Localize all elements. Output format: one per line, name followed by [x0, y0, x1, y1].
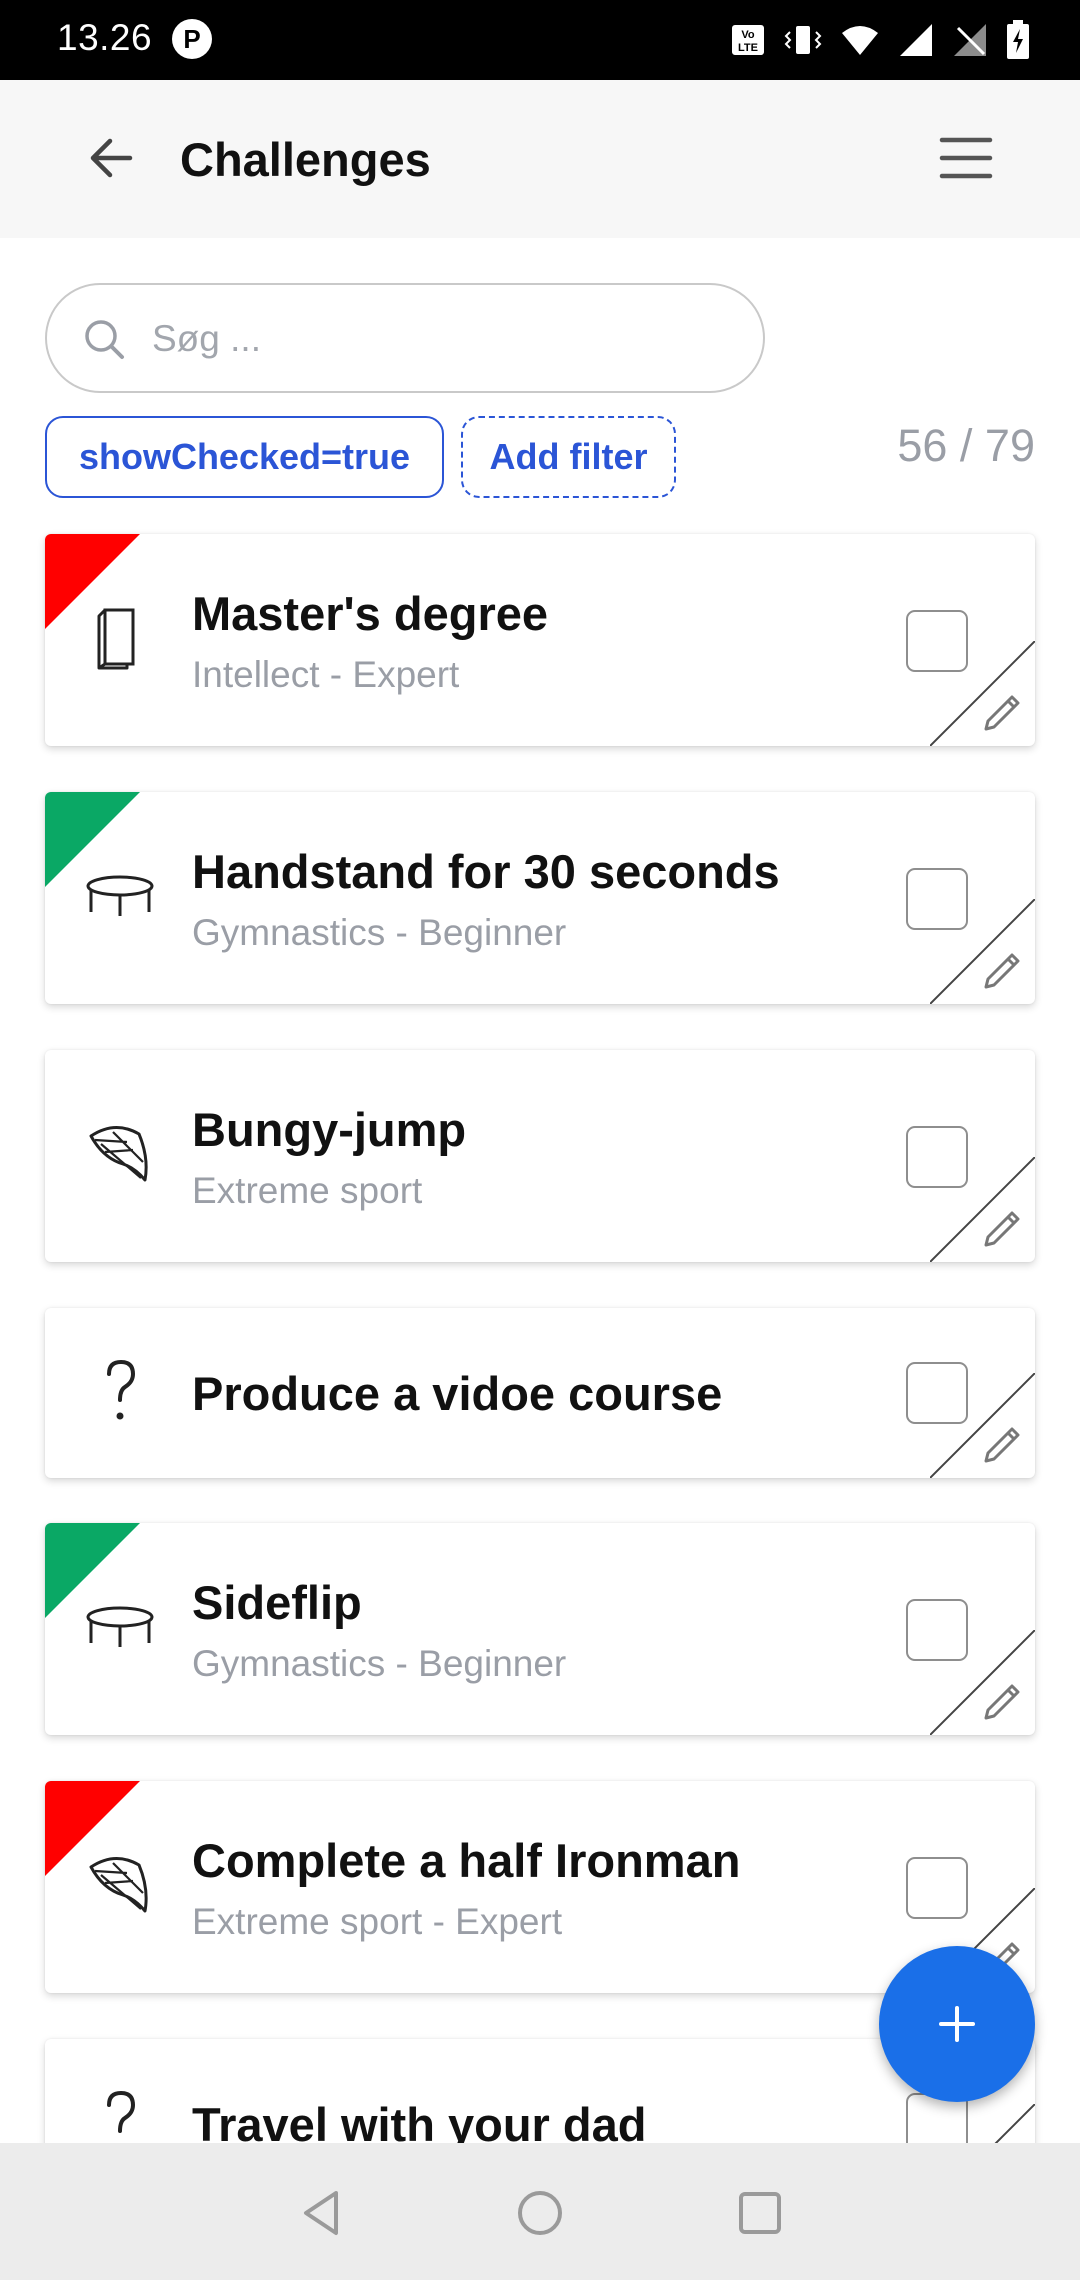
- challenge-title: Produce a vidoe course: [192, 1367, 723, 1420]
- parachute-icon: [89, 1857, 148, 1913]
- vibrate-icon: [784, 26, 822, 54]
- back-arrow-icon[interactable]: [80, 126, 144, 190]
- search-icon: [85, 320, 124, 359]
- challenge-title: Master's degree: [192, 587, 549, 640]
- result-count: 56 / 79: [897, 420, 1035, 471]
- status-icons: Vo LTE: [730, 18, 1030, 62]
- page-title: Challenges: [180, 133, 431, 186]
- active-filter-chip[interactable]: showChecked=true: [45, 416, 444, 498]
- challenge-card[interactable]: Produce a vidoe course: [45, 1308, 1035, 1478]
- trampoline-icon: [86, 875, 154, 916]
- edit-pencil-icon[interactable]: [930, 641, 1035, 746]
- svg-text:LTE: LTE: [738, 42, 758, 54]
- no-signal-icon: [954, 24, 986, 56]
- battery-charging-icon: [1007, 20, 1029, 59]
- trampoline-icon: [86, 1606, 154, 1647]
- challenge-card[interactable]: Handstand for 30 seconds Gymnastics - Be…: [45, 792, 1035, 1004]
- add-filter-button[interactable]: Add filter: [461, 416, 676, 498]
- app-notification-icon: P: [172, 19, 212, 59]
- challenge-title: Bungy-jump: [192, 1103, 467, 1156]
- challenge-subtitle: Gymnastics - Beginner: [192, 912, 567, 953]
- parachute-icon: [89, 1126, 148, 1182]
- edit-pencil-icon[interactable]: [930, 1157, 1035, 1262]
- volte-icon: Vo LTE: [732, 25, 764, 55]
- edit-pencil-icon[interactable]: [930, 1373, 1035, 1478]
- challenge-title: Handstand for 30 seconds: [192, 845, 780, 898]
- search-input[interactable]: [152, 307, 712, 371]
- screen: 13.26 P Vo LTE Challenges Søg ... showCh…: [0, 0, 1080, 2280]
- hamburger-menu-icon[interactable]: [934, 126, 998, 190]
- status-time: 13.26: [57, 17, 153, 58]
- challenge-title: Complete a half Ironman: [192, 1834, 741, 1887]
- edit-pencil-icon[interactable]: [930, 899, 1035, 1004]
- challenge-card[interactable]: Master's degree Intellect - Expert: [45, 534, 1035, 746]
- signal-icon: [900, 24, 932, 56]
- wifi-icon: [842, 26, 878, 55]
- challenge-card[interactable]: Bungy-jump Extreme sport: [45, 1050, 1035, 1262]
- back-triangle-icon[interactable]: [292, 2183, 352, 2243]
- plus-icon: [939, 2006, 975, 2042]
- recents-square-icon[interactable]: [730, 2183, 790, 2243]
- book-icon: [97, 608, 135, 670]
- challenge-card[interactable]: Sideflip Gymnastics - Beginner: [45, 1523, 1035, 1735]
- app-bar: Challenges: [0, 80, 1080, 238]
- challenge-subtitle: Intellect - Expert: [192, 654, 460, 695]
- svg-text:Vo: Vo: [741, 29, 755, 41]
- challenge-subtitle: Gymnastics - Beginner: [192, 1643, 567, 1684]
- edit-pencil-icon[interactable]: [930, 1630, 1035, 1735]
- system-nav-bar: [0, 2143, 1080, 2280]
- status-bar: 13.26 P Vo LTE: [0, 0, 1080, 80]
- question-icon: [107, 1359, 136, 1420]
- add-challenge-fab[interactable]: [879, 1946, 1035, 2102]
- challenge-subtitle: Extreme sport: [192, 1170, 423, 1211]
- challenge-title: Sideflip: [192, 1576, 362, 1629]
- challenge-card[interactable]: Complete a half Ironman Extreme sport - …: [45, 1781, 1035, 1993]
- home-circle-icon[interactable]: [510, 2183, 570, 2243]
- search-bar[interactable]: [45, 283, 765, 393]
- challenge-subtitle: Extreme sport - Expert: [192, 1901, 563, 1942]
